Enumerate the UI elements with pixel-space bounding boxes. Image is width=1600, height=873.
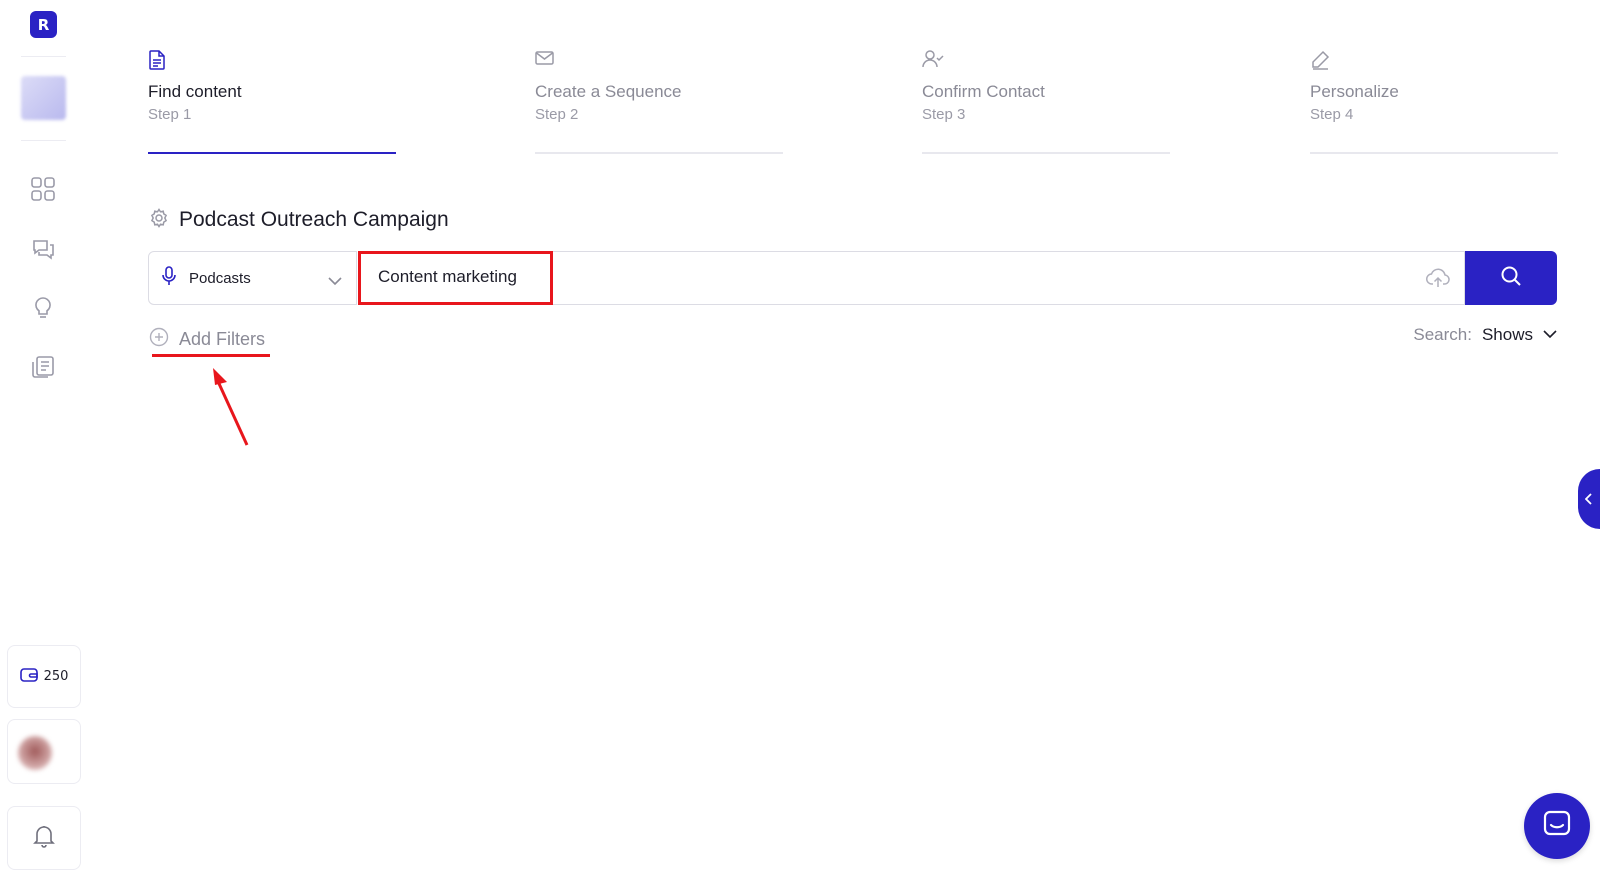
grid-icon[interactable] (29, 175, 57, 203)
cloud-upload-icon[interactable] (1426, 267, 1450, 293)
search-bar: Podcasts Content marketing (148, 251, 1557, 305)
chevron-down-icon (1543, 326, 1557, 344)
credits-count: 250 (43, 669, 69, 684)
annotation-underline (152, 354, 270, 357)
step-number: Step 3 (922, 106, 966, 123)
sidebar: R 250 (0, 0, 86, 873)
campaign-header: Podcast Outreach Campaign (149, 208, 449, 232)
step-progress-bar (535, 152, 783, 154)
step-personalize[interactable]: Personalize Step 4 (1310, 50, 1558, 154)
step-progress-bar (148, 152, 396, 154)
chat-launcher-button[interactable] (1524, 793, 1590, 859)
step-confirm-contact[interactable]: Confirm Contact Step 3 (922, 50, 1170, 154)
search-query: Content marketing (378, 267, 517, 286)
notifications-button[interactable] (7, 806, 81, 870)
search-mode-label: Search: (1413, 325, 1472, 344)
avatar[interactable] (18, 736, 52, 770)
user-profile[interactable] (7, 719, 81, 784)
step-title: Create a Sequence (535, 82, 682, 101)
step-progress-bar (1310, 152, 1558, 154)
sidebar-divider (21, 140, 66, 141)
chevron-down-icon (328, 271, 342, 290)
step-progress-bar (922, 152, 1170, 154)
step-title: Find content (148, 82, 242, 101)
content-type-select[interactable]: Podcasts (148, 251, 357, 305)
search-button[interactable] (1465, 251, 1557, 305)
step-title: Personalize (1310, 82, 1399, 101)
step-number: Step 1 (148, 106, 192, 123)
search-mode-select[interactable]: Search: Shows (1413, 325, 1557, 345)
add-filters-label: Add Filters (179, 328, 266, 349)
step-find-content[interactable]: Find content Step 1 (148, 50, 396, 154)
step-create-sequence[interactable]: Create a Sequence Step 2 (535, 50, 783, 154)
chat-bubbles-icon[interactable] (29, 235, 57, 263)
app-logo[interactable]: R (30, 11, 57, 38)
user-check-icon (922, 50, 1170, 72)
bell-icon (33, 824, 55, 852)
sidebar-divider (21, 56, 66, 57)
search-mode-value: Shows (1481, 325, 1533, 344)
pen-icon (1310, 50, 1558, 72)
annotation-arrow (205, 365, 255, 454)
wallet-icon (19, 667, 38, 687)
step-title: Confirm Contact (922, 82, 1045, 101)
lightbulb-icon[interactable] (29, 294, 57, 322)
side-panel-toggle[interactable] (1578, 469, 1600, 529)
add-filters-button[interactable]: Add Filters (149, 327, 265, 351)
documents-icon[interactable] (29, 353, 57, 381)
chevron-left-icon (1584, 490, 1593, 509)
chat-icon (1542, 809, 1572, 843)
content-type-label: Podcasts (189, 269, 251, 287)
workspace-avatar[interactable] (21, 76, 66, 120)
document-icon (148, 50, 396, 72)
step-number: Step 2 (535, 106, 579, 123)
plus-circle-icon (149, 327, 169, 351)
credits-widget[interactable]: 250 (7, 645, 81, 708)
search-icon (1500, 265, 1522, 291)
gear-icon[interactable] (149, 208, 169, 232)
step-number: Step 4 (1310, 106, 1354, 123)
microphone-icon (161, 266, 177, 290)
envelope-icon (535, 50, 783, 72)
search-input[interactable]: Content marketing (358, 251, 1465, 305)
campaign-title: Podcast Outreach Campaign (179, 208, 449, 231)
